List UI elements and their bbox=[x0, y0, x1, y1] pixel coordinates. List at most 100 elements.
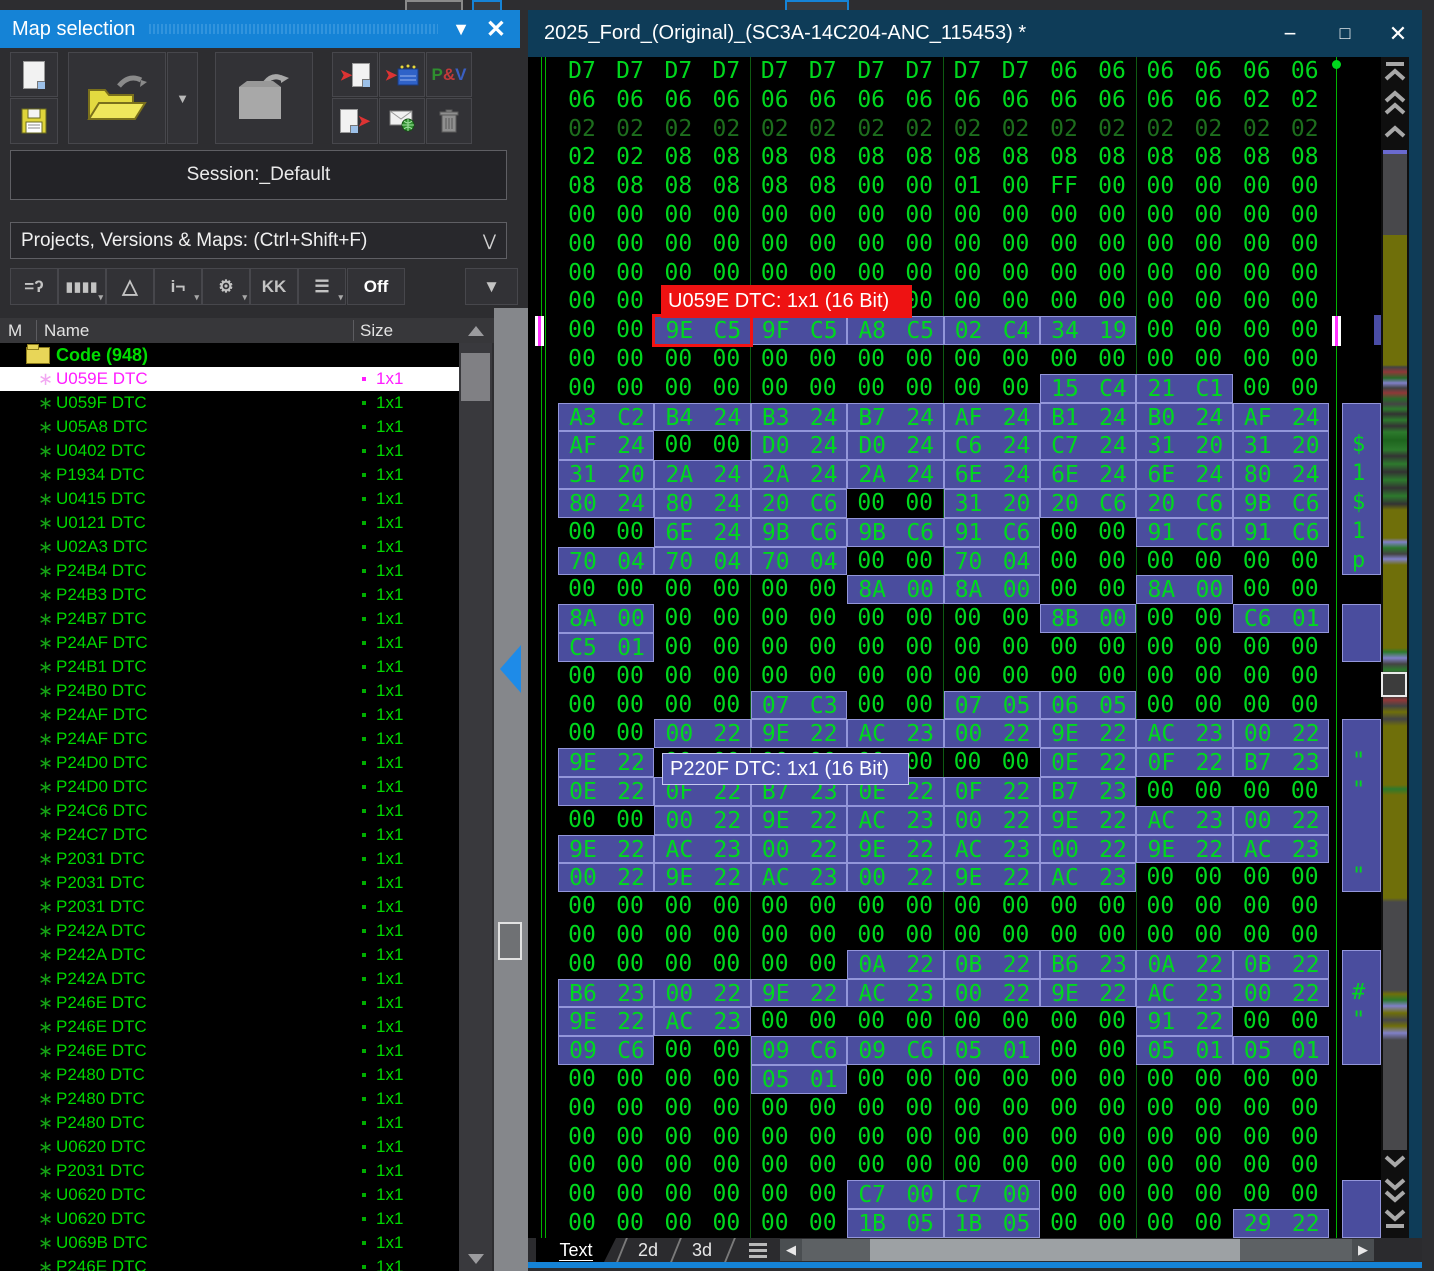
hex-word[interactable]: 8024 bbox=[558, 489, 654, 518]
hex-word[interactable]: B724 bbox=[847, 403, 943, 432]
hex-word[interactable]: 0000 bbox=[1233, 691, 1329, 720]
hex-word[interactable]: 0000 bbox=[1040, 547, 1136, 576]
hex-word[interactable]: 0705 bbox=[944, 691, 1040, 720]
map-list-item[interactable]: ∗P24AF DTC1x1 bbox=[0, 727, 459, 751]
hex-word[interactable]: 0000 bbox=[751, 921, 847, 950]
hex-word[interactable]: 0000 bbox=[751, 1094, 847, 1123]
hex-word[interactable]: 0000 bbox=[1136, 633, 1232, 662]
hex-word[interactable]: 0000 bbox=[558, 287, 654, 316]
column-divider[interactable] bbox=[36, 320, 37, 341]
hex-word[interactable]: 0000 bbox=[558, 950, 654, 979]
splitter-collapse-arrow-icon[interactable] bbox=[500, 645, 521, 693]
hex-word[interactable]: 0000 bbox=[1136, 287, 1232, 316]
map-list-item[interactable]: ∗P246E DTC1x1 bbox=[0, 991, 459, 1015]
maximize-button[interactable]: □ bbox=[1323, 10, 1367, 57]
hex-row[interactable]: 02020202020202020202020202020202 bbox=[558, 115, 1330, 144]
hex-word[interactable]: 0808 bbox=[751, 172, 847, 201]
minimize-button[interactable]: − bbox=[1268, 10, 1312, 57]
hex-word[interactable]: 0606 bbox=[751, 86, 847, 115]
hex-row[interactable]: 00000000000000000000000000000000 bbox=[558, 201, 1330, 230]
session-box[interactable]: Session:_Default bbox=[10, 150, 507, 200]
hex-row[interactable]: 00000000000000000000000000000000 bbox=[558, 345, 1330, 374]
hex-word[interactable]: 7004 bbox=[558, 547, 654, 576]
filter-flag-button[interactable]: ⚙︎▾ bbox=[202, 268, 250, 305]
hex-word[interactable]: AF24 bbox=[558, 431, 654, 460]
hex-word[interactable]: 0202 bbox=[751, 115, 847, 144]
open-project-button[interactable] bbox=[68, 52, 166, 144]
hex-word[interactable]: 0000 bbox=[558, 691, 654, 720]
hex-word[interactable]: B723 bbox=[1233, 748, 1329, 777]
hex-word[interactable]: 0000 bbox=[1233, 230, 1329, 259]
map-list-item[interactable]: ∗P24B3 DTC1x1 bbox=[0, 583, 459, 607]
hex-row[interactable]: 0000000000001B051B05000000002922 bbox=[558, 1209, 1330, 1238]
hex-row[interactable]: 000000229E22AC2300229E22AC230022 bbox=[558, 806, 1330, 835]
open-client-button[interactable] bbox=[215, 52, 313, 144]
hex-word[interactable]: 0000 bbox=[751, 259, 847, 288]
hex-word[interactable]: A3C2 bbox=[558, 403, 654, 432]
hex-row[interactable]: 9E22AC2300229E22AC2300229E22AC23 bbox=[558, 835, 1330, 864]
hex-word[interactable]: 0000 bbox=[751, 201, 847, 230]
hex-word[interactable]: 91C6 bbox=[944, 518, 1040, 547]
hex-word[interactable]: 0022 bbox=[654, 979, 750, 1008]
hex-word[interactable]: 0000 bbox=[751, 1151, 847, 1180]
hex-word[interactable]: 0000 bbox=[654, 1180, 750, 1209]
hex-word[interactable]: 0000 bbox=[1233, 921, 1329, 950]
hex-word[interactable]: D024 bbox=[847, 431, 943, 460]
hex-word[interactable]: 0000 bbox=[1233, 575, 1329, 604]
tab-3d[interactable]: 3d bbox=[680, 1238, 724, 1262]
hex-word[interactable]: 0000 bbox=[847, 1065, 943, 1094]
hex-word[interactable]: 0000 bbox=[1136, 345, 1232, 374]
off-button[interactable]: Off bbox=[347, 268, 405, 305]
hex-word[interactable]: 6E24 bbox=[944, 460, 1040, 489]
hex-word[interactable]: 0000 bbox=[654, 431, 750, 460]
map-list-item[interactable]: ∗P24C7 DTC1x1 bbox=[0, 823, 459, 847]
hex-word[interactable]: 8B00 bbox=[1040, 604, 1136, 633]
hex-word[interactable]: 0000 bbox=[944, 604, 1040, 633]
hex-word[interactable]: 0000 bbox=[1040, 1209, 1136, 1238]
hex-row[interactable]: 000000229E22AC2300229E22AC230022 bbox=[558, 719, 1330, 748]
overview-minimap-column[interactable] bbox=[1381, 57, 1409, 1238]
hex-word[interactable]: 91C6 bbox=[1233, 518, 1329, 547]
page-up-fast-icon[interactable] bbox=[1381, 90, 1409, 116]
hex-word[interactable]: 0000 bbox=[558, 1180, 654, 1209]
hex-word[interactable]: 0000 bbox=[558, 1209, 654, 1238]
hex-row[interactable]: 000000000000C700C700000000000000 bbox=[558, 1180, 1330, 1209]
hex-word[interactable]: 0000 bbox=[558, 316, 654, 345]
hex-word[interactable]: 0000 bbox=[1136, 863, 1232, 892]
hex-word[interactable]: 6E24 bbox=[654, 518, 750, 547]
hex-word[interactable]: AC23 bbox=[1233, 835, 1329, 864]
hex-word[interactable]: 0000 bbox=[751, 230, 847, 259]
hex-word[interactable]: 7004 bbox=[944, 547, 1040, 576]
hex-word[interactable]: 0000 bbox=[654, 1209, 750, 1238]
hex-word[interactable]: 0000 bbox=[1233, 892, 1329, 921]
hex-word[interactable]: 0000 bbox=[1233, 633, 1329, 662]
map-list-item[interactable]: ∗P242A DTC1x1 bbox=[0, 967, 459, 991]
hex-word[interactable]: 0000 bbox=[1136, 1180, 1232, 1209]
map-list-item[interactable]: ∗U0620 DTC1x1 bbox=[0, 1207, 459, 1231]
minimap-viewport-box[interactable] bbox=[1381, 672, 1407, 697]
hex-word[interactable]: 9E22 bbox=[751, 806, 847, 835]
hex-word[interactable]: 0000 bbox=[847, 1123, 943, 1152]
hex-word[interactable]: 0000 bbox=[847, 921, 943, 950]
hex-word[interactable]: 09C6 bbox=[751, 1036, 847, 1065]
hex-word[interactable]: 0000 bbox=[944, 259, 1040, 288]
map-list-item[interactable]: ∗P2031 DTC1x1 bbox=[0, 1159, 459, 1183]
hex-row[interactable]: 0000000007C300000705060500000000 bbox=[558, 691, 1330, 720]
hex-word[interactable]: 0022 bbox=[944, 806, 1040, 835]
tab-2d[interactable]: 2d bbox=[626, 1238, 670, 1262]
hex-word[interactable]: 0000 bbox=[847, 230, 943, 259]
hex-word[interactable]: 8A00 bbox=[944, 575, 1040, 604]
hex-word[interactable]: C700 bbox=[944, 1180, 1040, 1209]
hex-row[interactable]: 00000000000000000000000000000000 bbox=[558, 1151, 1330, 1180]
hex-word[interactable]: 3120 bbox=[1136, 431, 1232, 460]
map-list-item[interactable]: ∗P24D0 DTC1x1 bbox=[0, 775, 459, 799]
hex-word[interactable]: 0000 bbox=[847, 662, 943, 691]
hex-word[interactable]: 0000 bbox=[558, 806, 654, 835]
map-list-item[interactable]: ∗U059F DTC1x1 bbox=[0, 391, 459, 415]
hex-word[interactable]: 0022 bbox=[751, 835, 847, 864]
hex-row[interactable]: C5010000000000000000000000000000 bbox=[558, 633, 1330, 662]
hex-word[interactable]: 0000 bbox=[1233, 287, 1329, 316]
hex-word[interactable]: 0606 bbox=[1136, 57, 1232, 86]
hex-word[interactable]: 0000 bbox=[1233, 259, 1329, 288]
hex-word[interactable]: 0000 bbox=[1136, 172, 1232, 201]
